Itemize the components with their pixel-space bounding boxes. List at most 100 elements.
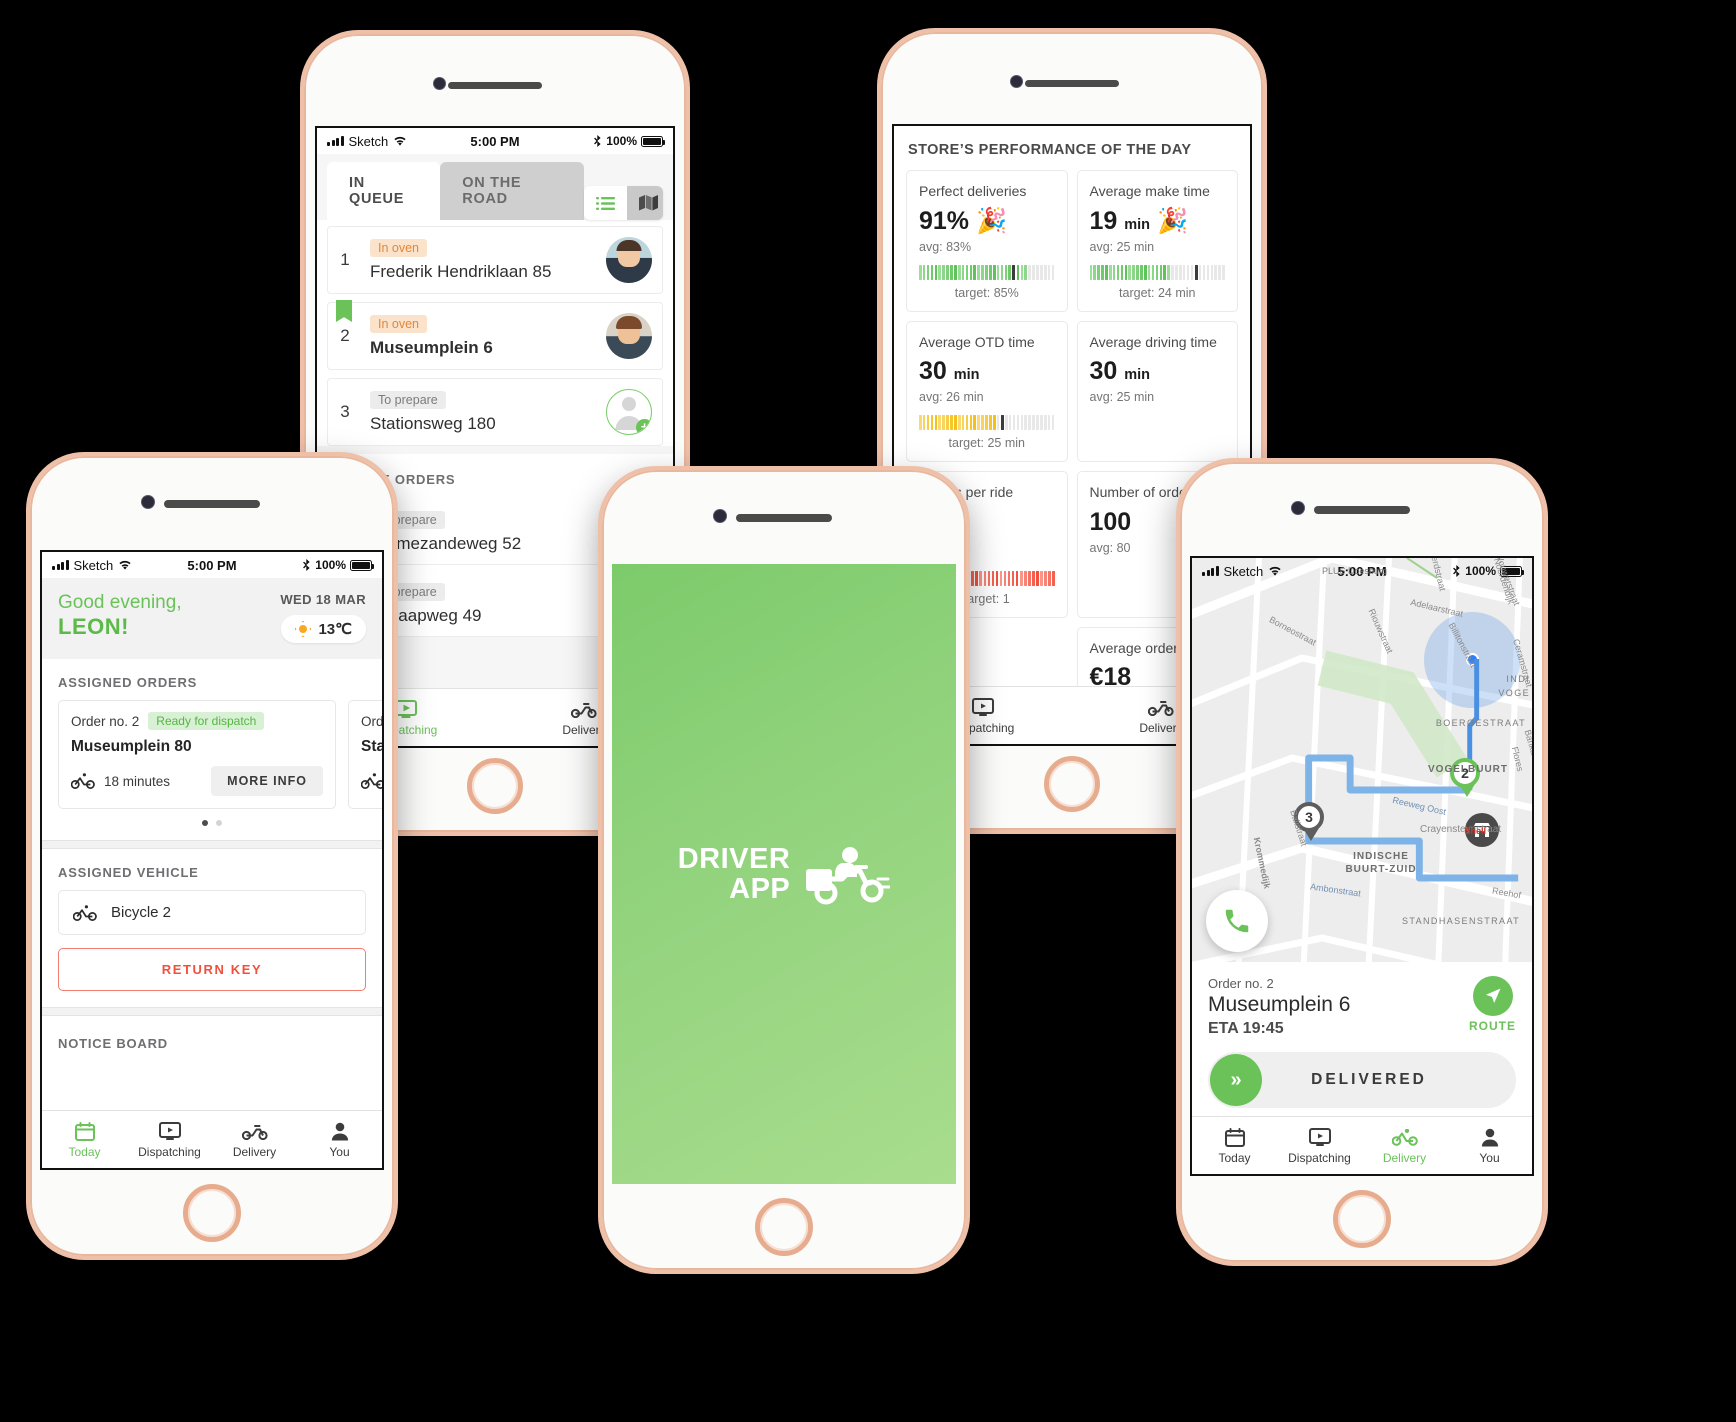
status-time: 5:00 PM bbox=[187, 557, 237, 573]
dot[interactable] bbox=[216, 820, 222, 826]
order-card-bottom: 18 minutes MORE INFO bbox=[361, 766, 382, 796]
party-popper-icon: 🎉 bbox=[1157, 206, 1189, 235]
assigned-vehicle-title: ASSIGNED VEHICLE bbox=[58, 865, 199, 880]
tab-dispatching[interactable]: Dispatching bbox=[127, 1120, 212, 1159]
bottom-tabbar: Today Dispatching Delivery You bbox=[1192, 1116, 1532, 1174]
route-button[interactable]: ROUTE bbox=[1469, 976, 1516, 1033]
order-address: Museumplein 80 bbox=[71, 738, 192, 755]
tab-delivery[interactable]: Delivery bbox=[1362, 1126, 1447, 1165]
front-camera bbox=[1011, 76, 1022, 87]
kpi-meter bbox=[919, 415, 1055, 430]
avatar[interactable] bbox=[606, 313, 652, 359]
phone-device-today: Sketch 5:00 PM 100% Good evening, LEON! … bbox=[26, 452, 398, 1260]
order-eta: 18 minutes bbox=[104, 773, 171, 789]
tab-label: You bbox=[329, 1145, 350, 1159]
dot-active[interactable] bbox=[202, 820, 208, 826]
tab-dispatching[interactable]: Dispatching bbox=[1277, 1126, 1362, 1165]
assigned-orders-carousel[interactable]: Order no. 2 Ready for dispatch Museumple… bbox=[42, 700, 382, 809]
kpi-number: 30 bbox=[919, 357, 947, 385]
order-card[interactable]: Order no. 2 Ready for dispatch Museumple… bbox=[58, 700, 336, 809]
avatar[interactable] bbox=[606, 237, 652, 283]
map-view-glyph bbox=[639, 195, 659, 211]
earpiece-speaker bbox=[448, 82, 542, 89]
sun-icon bbox=[295, 621, 312, 637]
splash-title: DRIVER APP bbox=[678, 843, 791, 905]
screen-today: Sketch 5:00 PM 100% Good evening, LEON! … bbox=[40, 550, 384, 1170]
notice-board-title: NOTICE BOARD bbox=[58, 1036, 168, 1051]
queue-row-number: 3 bbox=[340, 402, 350, 421]
section-divider bbox=[42, 1007, 382, 1016]
call-button[interactable] bbox=[1206, 890, 1268, 952]
status-badge: To prepare bbox=[370, 390, 446, 409]
tab-you[interactable]: You bbox=[1447, 1126, 1532, 1165]
earpiece-speaker bbox=[736, 514, 832, 522]
person-head bbox=[622, 397, 636, 411]
more-info-button[interactable]: MORE INFO bbox=[211, 766, 323, 796]
kpi-card: Average driving time 30 min avg: 25 min bbox=[1076, 320, 1238, 462]
page-title: STORE’S PERFORMANCE OF THE DAY bbox=[908, 142, 1192, 158]
calendar-icon bbox=[1192, 1126, 1277, 1148]
map-canvas[interactable]: 2 3 Sketch 5:00 PM 100% PLUS Doesburg Ad… bbox=[1192, 558, 1532, 962]
earpiece-speaker bbox=[1025, 80, 1119, 87]
calendar-icon bbox=[42, 1120, 127, 1142]
return-key-button[interactable]: RETURN KEY bbox=[58, 948, 366, 991]
order-number: Order no. 3 bbox=[361, 713, 384, 729]
weather-badge: 13℃ bbox=[281, 615, 366, 643]
kpi-value: 19 min 🎉 bbox=[1090, 207, 1226, 236]
tab-today[interactable]: Today bbox=[42, 1120, 127, 1159]
map-label: Crayensteynstraat bbox=[1420, 824, 1502, 835]
queue-row-body: To prepare Stationsweg 180 bbox=[370, 390, 496, 434]
home-button[interactable] bbox=[1333, 1190, 1391, 1248]
delivered-slider[interactable]: » DELIVERED bbox=[1208, 1052, 1516, 1108]
tab-today[interactable]: Today bbox=[1192, 1126, 1277, 1165]
dispatch-icon bbox=[127, 1120, 212, 1142]
queue-row[interactable]: 3 To prepare Stationsweg 180 + bbox=[327, 378, 663, 446]
date-label: WED 18 MAR bbox=[280, 592, 366, 607]
tab-label: Delivery bbox=[232, 1145, 277, 1159]
status-badge: In oven bbox=[370, 314, 428, 333]
splash-title-line2: APP bbox=[729, 873, 791, 905]
pin-tail bbox=[1459, 784, 1475, 797]
order-card-top: Order no. 2 Ready for dispatch bbox=[71, 712, 323, 730]
plus-icon[interactable]: + bbox=[636, 419, 651, 434]
add-driver-avatar[interactable]: + bbox=[606, 389, 652, 435]
tab-on-the-road[interactable]: ON THE ROAD bbox=[440, 162, 585, 220]
home-button[interactable] bbox=[1044, 756, 1100, 812]
kpi-unit: min bbox=[1124, 216, 1151, 233]
home-button[interactable] bbox=[183, 1184, 241, 1242]
greeting-line1: Good evening, bbox=[58, 592, 182, 613]
carousel-dots[interactable] bbox=[42, 809, 382, 840]
tab-you[interactable]: You bbox=[297, 1120, 382, 1159]
kpi-card: Average make time 19 min 🎉 avg: 25 min t… bbox=[1076, 170, 1238, 312]
order-card-top: Order no. 3 Ready for dispatch bbox=[361, 712, 384, 730]
map-view-icon[interactable] bbox=[627, 186, 663, 220]
navigation-arrow-icon bbox=[1472, 976, 1513, 1016]
vehicle-row[interactable]: Bicycle 2 bbox=[58, 890, 366, 935]
queue-row-address: Frederik Hendriklaan 85 bbox=[370, 261, 552, 281]
battery-icon bbox=[641, 135, 665, 147]
queue-row-number: 2 bbox=[340, 326, 350, 345]
tab-delivery[interactable]: Delivery bbox=[212, 1120, 297, 1159]
map-label: BOEROESTRAAT bbox=[1435, 718, 1526, 728]
motorbike-icon bbox=[212, 1120, 297, 1142]
home-button[interactable] bbox=[755, 1198, 813, 1256]
map-label: INDI bbox=[1506, 674, 1530, 684]
kpi-unit: min bbox=[953, 367, 980, 383]
order-card[interactable]: Order no. 3 Ready for dispatch Stationsw… bbox=[348, 700, 384, 809]
temperature-label: 13℃ bbox=[318, 621, 352, 638]
home-button[interactable] bbox=[467, 758, 523, 814]
tab-in-queue[interactable]: IN QUEUE bbox=[327, 162, 441, 220]
queue-row[interactable]: 2 In oven Museumplein 6 bbox=[327, 300, 663, 370]
vehicle-name: Bicycle 2 bbox=[111, 904, 172, 921]
route-label: ROUTE bbox=[1469, 1019, 1516, 1033]
person-icon bbox=[297, 1120, 382, 1142]
double-chevron-right-icon[interactable]: » bbox=[1210, 1054, 1262, 1106]
bottom-tabbar: Today Dispatching Delivery You bbox=[42, 1110, 382, 1168]
tab-label: Delivery bbox=[1382, 1151, 1427, 1165]
kpi-card: Perfect deliveries 91% 🎉 avg: 83% target… bbox=[906, 170, 1068, 312]
list-view-icon[interactable] bbox=[584, 186, 627, 220]
kpi-avg: avg: 26 min bbox=[919, 390, 984, 404]
kpi-value: 91% 🎉 bbox=[919, 207, 1055, 236]
status-bar: Sketch 5:00 PM 100% bbox=[42, 552, 382, 578]
queue-row[interactable]: 1 In oven Frederik Hendriklaan 85 bbox=[327, 226, 663, 294]
